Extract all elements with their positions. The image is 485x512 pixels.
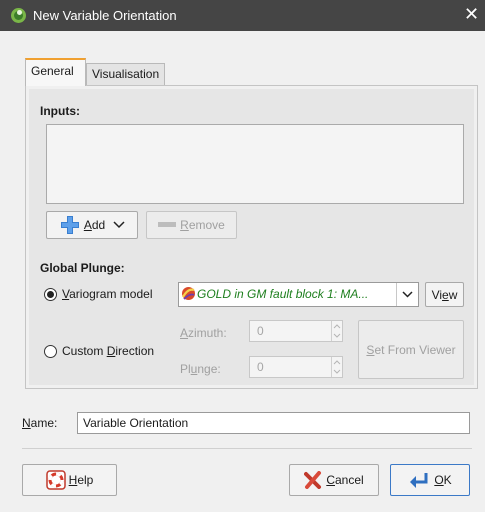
chevron-down-icon xyxy=(113,221,125,229)
cancel-button[interactable]: Cancel xyxy=(289,464,379,496)
plunge-label: Plunge: xyxy=(180,362,221,376)
remove-accel: R xyxy=(180,218,189,232)
custom-direction-label[interactable]: Custom Direction xyxy=(62,344,154,358)
variogram-label-rest: ariogram model xyxy=(69,287,153,301)
set-from-viewer-accel: S xyxy=(366,342,375,357)
tab-general[interactable]: General xyxy=(25,58,86,86)
chevron-down-icon xyxy=(402,291,413,298)
view-label-pre: Vi xyxy=(431,287,443,302)
variogram-model-radio[interactable] xyxy=(44,288,57,301)
variogram-model-label[interactable]: Variogram model xyxy=(62,287,153,301)
name-accel: N xyxy=(22,416,31,430)
stepper-arrows-icon xyxy=(333,360,341,374)
help-lifebuoy-icon xyxy=(45,470,66,490)
plus-icon xyxy=(60,216,79,234)
minus-icon xyxy=(158,222,177,227)
remove-label-rest: emove xyxy=(188,218,225,232)
select-dropdown-button[interactable] xyxy=(396,283,418,306)
azimuth-spinbox[interactable]: 0 xyxy=(249,320,343,342)
add-accel: A xyxy=(83,218,92,232)
ok-label-rest: K xyxy=(443,473,452,487)
remove-button[interactable]: Remove xyxy=(146,211,237,239)
window-title: New Variable Orientation xyxy=(33,8,177,23)
set-from-viewer-button[interactable]: Set From Viewer xyxy=(358,320,464,379)
plunge-label-pre: Pl xyxy=(180,362,191,376)
help-accel: H xyxy=(68,473,78,487)
footer-divider xyxy=(22,448,472,449)
name-label-rest: ame: xyxy=(30,416,58,430)
azimuth-value: 0 xyxy=(257,324,264,338)
plunge-spinbox[interactable]: 0 xyxy=(249,356,343,378)
custom-direction-radio[interactable] xyxy=(44,345,57,358)
plunge-label-rest: nge: xyxy=(197,362,221,376)
ok-button[interactable]: OK xyxy=(390,464,470,496)
azimuth-label: Azimuth: xyxy=(180,326,227,340)
view-accel: e xyxy=(442,287,449,302)
app-logo-icon xyxy=(11,8,26,23)
azimuth-stepper[interactable] xyxy=(331,321,342,341)
tab-visualisation[interactable]: Visualisation xyxy=(86,63,166,86)
set-from-viewer-label-rest: et From Viewer xyxy=(374,342,456,357)
custom-label-rest: irection xyxy=(115,344,155,358)
inputs-heading: Inputs: xyxy=(40,104,80,118)
azimuth-label-rest: zimuth: xyxy=(188,326,227,340)
custom-label-pre: Custom xyxy=(62,344,107,358)
cancel-accel: C xyxy=(326,473,335,487)
view-label-post: w xyxy=(448,287,458,302)
name-input[interactable]: Variable Orientation xyxy=(77,412,470,434)
inputs-list[interactable] xyxy=(46,124,464,204)
variogram-model-icon xyxy=(182,287,195,300)
cancel-x-icon xyxy=(304,471,322,489)
help-label-rest: elp xyxy=(77,473,94,487)
plunge-stepper[interactable] xyxy=(331,357,342,377)
plunge-value: 0 xyxy=(257,360,264,374)
add-button[interactable]: Add xyxy=(46,211,138,239)
close-icon[interactable]: ✕ xyxy=(464,4,479,24)
global-plunge-heading: Global Plunge: xyxy=(40,261,125,275)
stepper-arrows-icon xyxy=(333,324,341,338)
name-label: Name: xyxy=(22,416,57,430)
enter-return-icon xyxy=(410,473,428,488)
add-label-rest: dd xyxy=(91,218,106,232)
view-button[interactable]: Vi e w xyxy=(425,282,464,307)
cancel-label-rest: ancel xyxy=(334,473,364,487)
variogram-model-value: GOLD in GM fault block 1: MA... xyxy=(197,287,369,301)
azimuth-accel: A xyxy=(180,326,189,340)
help-button[interactable]: Help xyxy=(22,464,117,496)
ok-accel: O xyxy=(434,473,444,487)
